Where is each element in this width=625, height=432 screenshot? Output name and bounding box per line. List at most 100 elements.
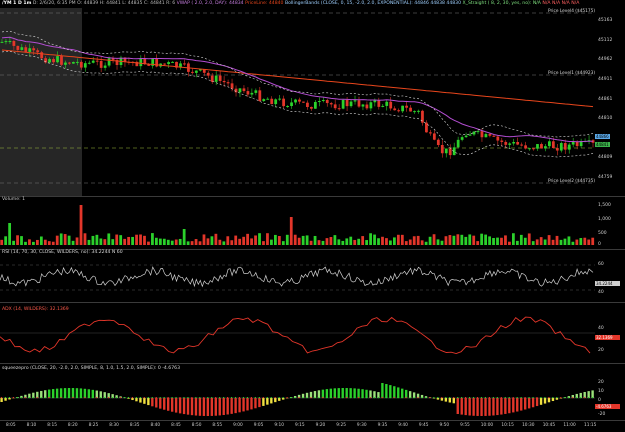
volume-tick: 1,000 (598, 217, 611, 222)
squeeze-bar (135, 398, 138, 402)
volume-bar (492, 237, 495, 245)
squeeze-bar (250, 398, 253, 410)
volume-bar (158, 238, 162, 245)
volume-bar (8, 223, 12, 245)
squeeze-dot (342, 397, 344, 399)
volume-bar (412, 236, 416, 245)
squeeze-dot (552, 397, 554, 399)
candle-body (329, 103, 333, 105)
squeeze-bar (0, 398, 3, 402)
squeeze-bar (480, 398, 483, 416)
volume-bar (4, 236, 8, 245)
volume-bar (404, 241, 408, 245)
squeeze-tick: -20 (598, 412, 606, 417)
volume-bar (174, 239, 178, 245)
candle-body (417, 110, 420, 112)
volume-bar (400, 234, 404, 245)
time-axis[interactable]: 8:05 8:10 8:15 8:20 8:25 8:30 8:35 8:40 8:45 8:50… (0, 420, 596, 432)
squeeze-bar (313, 391, 317, 398)
squeeze-bar (131, 398, 134, 401)
squeeze-dot (540, 397, 542, 399)
candle-body (480, 131, 484, 138)
squeeze-bar (452, 398, 455, 404)
candle-body (555, 148, 559, 151)
price-tick: 44759 (598, 175, 613, 180)
squeeze-dot (286, 397, 288, 399)
volume-bar (527, 233, 531, 245)
squeeze-bar (492, 398, 495, 416)
candle-body (369, 102, 373, 109)
candle-body (397, 110, 401, 112)
lower-band (1, 50, 594, 158)
squeeze-dot (139, 397, 141, 399)
time-tick: 10:15 (501, 423, 514, 428)
candle-body (476, 131, 480, 133)
squeeze-dot (258, 397, 260, 399)
squeeze-dot (175, 397, 177, 399)
volume-bar (341, 240, 345, 245)
adx-chart[interactable] (0, 303, 595, 363)
volume-bar (365, 240, 369, 245)
time-tick: 10:45 (542, 423, 556, 428)
volume-bar (226, 236, 230, 245)
candle-body (163, 63, 167, 65)
squeeze-dot (568, 397, 570, 399)
volume-bar (480, 233, 484, 245)
candle-body (99, 60, 103, 68)
candle-body (381, 105, 385, 107)
candle-body (242, 88, 246, 92)
squeeze-dot (250, 397, 252, 399)
volume-bar (345, 238, 349, 245)
volume-bar (512, 233, 515, 245)
candle-body (575, 141, 579, 147)
squeeze-dot (520, 397, 522, 399)
volume-bar (289, 217, 293, 245)
volume-chart[interactable] (0, 197, 595, 249)
squeeze-bar (484, 398, 487, 416)
squeeze-dot (437, 397, 439, 399)
squeeze-dot (56, 397, 58, 399)
price-tick: 44809 (598, 155, 613, 160)
volume-bar (329, 237, 333, 245)
candle-body (401, 105, 405, 112)
volume-bar (317, 240, 321, 245)
price-chart[interactable] (0, 0, 595, 196)
candle-body (516, 142, 520, 145)
squeeze-dot (322, 397, 324, 399)
volume-bar (99, 238, 103, 245)
squeeze-dot (36, 397, 38, 399)
squeeze-chart[interactable] (0, 364, 595, 420)
time-tick: 9:45 (418, 423, 429, 428)
squeeze-bar (385, 384, 388, 398)
volume-bar (107, 233, 111, 245)
squeeze-dot (516, 397, 518, 399)
squeeze-bar (353, 388, 356, 398)
candle-body (60, 56, 63, 65)
candle-body (56, 56, 59, 63)
candle-body (107, 58, 111, 66)
squeeze-dot (496, 397, 498, 399)
candle-body (8, 41, 12, 43)
candle-body (28, 48, 32, 52)
volume-bar (523, 237, 527, 245)
squeeze-bar (393, 386, 396, 398)
squeeze-bar (591, 390, 594, 398)
candle-body (270, 98, 274, 105)
squeeze-bar (476, 398, 479, 416)
price-level-label: Price Level2 ($44735) (548, 179, 596, 184)
squeeze-bar (174, 398, 178, 413)
squeeze-bar (99, 391, 102, 398)
volume-bar (325, 238, 329, 245)
squeeze-dot (108, 397, 110, 399)
squeeze-bar (278, 398, 281, 401)
squeeze-dot (397, 397, 399, 399)
candle-body (504, 141, 508, 145)
volume-bar (424, 241, 428, 245)
candle-body (313, 101, 317, 109)
volume-bar (488, 236, 491, 245)
squeeze-bar (48, 389, 51, 398)
time-tick: 8:30 (109, 423, 119, 428)
volume-bar (519, 234, 523, 245)
candle-body (448, 148, 452, 156)
rsi-chart[interactable] (0, 250, 595, 300)
